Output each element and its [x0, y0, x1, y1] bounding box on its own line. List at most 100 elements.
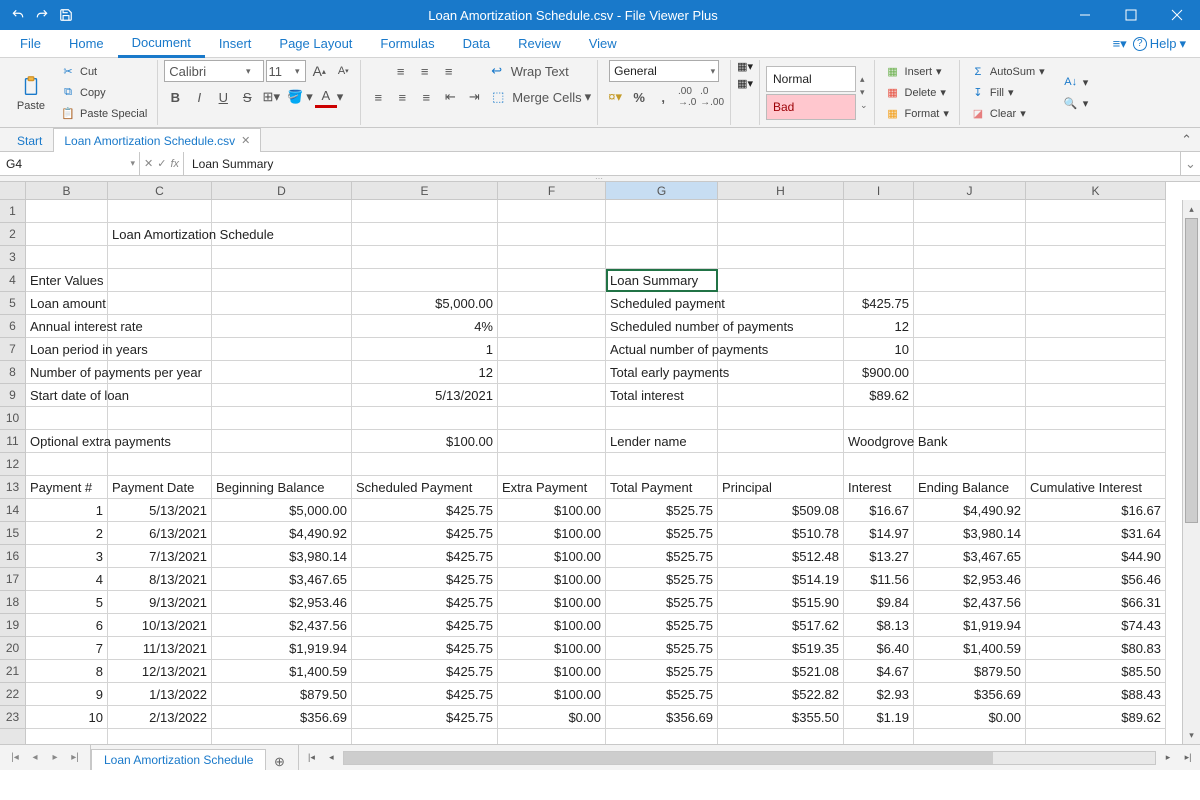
- menu-document[interactable]: Document: [118, 30, 205, 58]
- close-button[interactable]: [1154, 0, 1200, 30]
- cell-G19[interactable]: $525.75: [606, 614, 718, 637]
- shrink-font-icon[interactable]: A▾: [332, 60, 354, 82]
- cell-B5[interactable]: Loan amount: [26, 292, 108, 315]
- cell-K22[interactable]: $88.43: [1026, 683, 1166, 706]
- cell-G10[interactable]: [606, 407, 718, 430]
- cell-I20[interactable]: $6.40: [844, 637, 914, 660]
- help-button[interactable]: ?Help ▾: [1133, 36, 1186, 52]
- cell-H22[interactable]: $522.82: [718, 683, 844, 706]
- formula-input[interactable]: Loan Summary: [184, 152, 1180, 175]
- spreadsheet-grid[interactable]: BCDEFGHIJK12Loan Amortization Schedule34…: [0, 182, 1200, 744]
- cell-F2[interactable]: [498, 223, 606, 246]
- cell-I21[interactable]: $4.67: [844, 660, 914, 683]
- cell-F22[interactable]: $100.00: [498, 683, 606, 706]
- tab-start[interactable]: Start: [6, 128, 53, 152]
- horizontal-scrollbar[interactable]: |◂ ◂ ▸ ▸|: [299, 745, 1200, 770]
- cell-C2[interactable]: Loan Amortization Schedule: [108, 223, 212, 246]
- row-header-19[interactable]: 19: [0, 614, 26, 637]
- underline-button[interactable]: U: [212, 86, 234, 108]
- cell-G17[interactable]: $525.75: [606, 568, 718, 591]
- cell-H5[interactable]: [718, 292, 844, 315]
- cell-C23[interactable]: 2/13/2022: [108, 706, 212, 729]
- sheet-next-icon[interactable]: ▸: [46, 752, 64, 763]
- cell-I23[interactable]: $1.19: [844, 706, 914, 729]
- cell-B7[interactable]: Loan period in years: [26, 338, 108, 361]
- ribbon-options-icon[interactable]: ≡▾: [1113, 36, 1127, 52]
- cell-E12[interactable]: [352, 453, 498, 476]
- row-header-22[interactable]: 22: [0, 683, 26, 706]
- autosum-button[interactable]: ΣAutoSum ▾: [966, 62, 1049, 82]
- cell-I22[interactable]: $2.93: [844, 683, 914, 706]
- cell-K19[interactable]: $74.43: [1026, 614, 1166, 637]
- sheet-prev-icon[interactable]: ◂: [26, 752, 44, 763]
- strike-button[interactable]: S: [236, 86, 258, 108]
- cell-H19[interactable]: $517.62: [718, 614, 844, 637]
- align-left-icon[interactable]: ≡: [367, 86, 389, 108]
- cell-H16[interactable]: $512.48: [718, 545, 844, 568]
- cell-G22[interactable]: $525.75: [606, 683, 718, 706]
- cell-E13[interactable]: Scheduled Payment: [352, 476, 498, 499]
- find-button[interactable]: 🔍▾: [1059, 93, 1093, 113]
- cell-I5[interactable]: $425.75: [844, 292, 914, 315]
- cell-C19[interactable]: 10/13/2021: [108, 614, 212, 637]
- row-header-14[interactable]: 14: [0, 499, 26, 522]
- cell-H12[interactable]: [718, 453, 844, 476]
- cell-C11[interactable]: [108, 430, 212, 453]
- cell-B10[interactable]: [26, 407, 108, 430]
- cell-I18[interactable]: $9.84: [844, 591, 914, 614]
- collapse-ribbon-icon[interactable]: ⌃: [1173, 128, 1200, 151]
- cell-G3[interactable]: [606, 246, 718, 269]
- menu-page-layout[interactable]: Page Layout: [265, 30, 366, 58]
- cell-F14[interactable]: $100.00: [498, 499, 606, 522]
- sheet-last-icon[interactable]: ▸|: [66, 752, 84, 763]
- cell-G8[interactable]: Total early payments: [606, 361, 718, 384]
- cell-K15[interactable]: $31.64: [1026, 522, 1166, 545]
- cell-D18[interactable]: $2,953.46: [212, 591, 352, 614]
- cell-I12[interactable]: [844, 453, 914, 476]
- cell-E9[interactable]: 5/13/2021: [352, 384, 498, 407]
- conditional-format-button[interactable]: ▦▾: [737, 60, 753, 73]
- cell-K4[interactable]: [1026, 269, 1166, 292]
- increase-decimal-icon[interactable]: .00→.0: [676, 86, 698, 108]
- cell-C8[interactable]: [108, 361, 212, 384]
- cell-B16[interactable]: 3: [26, 545, 108, 568]
- row-header-3[interactable]: 3: [0, 246, 26, 269]
- cell-H7[interactable]: [718, 338, 844, 361]
- cell-G23[interactable]: $356.69: [606, 706, 718, 729]
- row-header-24[interactable]: [0, 729, 26, 744]
- row-header-9[interactable]: 9: [0, 384, 26, 407]
- col-header-B[interactable]: B: [26, 182, 108, 200]
- fill-color-button[interactable]: 🪣▾: [284, 86, 313, 108]
- cell-D17[interactable]: $3,467.65: [212, 568, 352, 591]
- row-header-2[interactable]: 2: [0, 223, 26, 246]
- cell-G9[interactable]: Total interest: [606, 384, 718, 407]
- align-center-icon[interactable]: ≡: [391, 86, 413, 108]
- cell-I17[interactable]: $11.56: [844, 568, 914, 591]
- cell-G14[interactable]: $525.75: [606, 499, 718, 522]
- col-header-G[interactable]: G: [606, 182, 718, 200]
- italic-button[interactable]: I: [188, 86, 210, 108]
- menu-data[interactable]: Data: [449, 30, 504, 58]
- cell-D12[interactable]: [212, 453, 352, 476]
- select-all-corner[interactable]: [0, 182, 26, 200]
- style-bad[interactable]: Bad: [766, 94, 856, 120]
- row-header-17[interactable]: 17: [0, 568, 26, 591]
- align-middle-icon[interactable]: ≡: [414, 60, 436, 82]
- scroll-down-icon[interactable]: ▾: [1183, 726, 1200, 744]
- cell-K8[interactable]: [1026, 361, 1166, 384]
- undo-icon[interactable]: [8, 5, 28, 25]
- cell-I4[interactable]: [844, 269, 914, 292]
- cell-H13[interactable]: Principal: [718, 476, 844, 499]
- col-header-H[interactable]: H: [718, 182, 844, 200]
- cell-D2[interactable]: [212, 223, 352, 246]
- cell-G2[interactable]: [606, 223, 718, 246]
- row-header-16[interactable]: 16: [0, 545, 26, 568]
- cell-B22[interactable]: 9: [26, 683, 108, 706]
- cell-D3[interactable]: [212, 246, 352, 269]
- cell-H4[interactable]: [718, 269, 844, 292]
- cell-F13[interactable]: Extra Payment: [498, 476, 606, 499]
- cell-B9[interactable]: Start date of loan: [26, 384, 108, 407]
- cell-F17[interactable]: $100.00: [498, 568, 606, 591]
- cell-B19[interactable]: 6: [26, 614, 108, 637]
- cell-H17[interactable]: $514.19: [718, 568, 844, 591]
